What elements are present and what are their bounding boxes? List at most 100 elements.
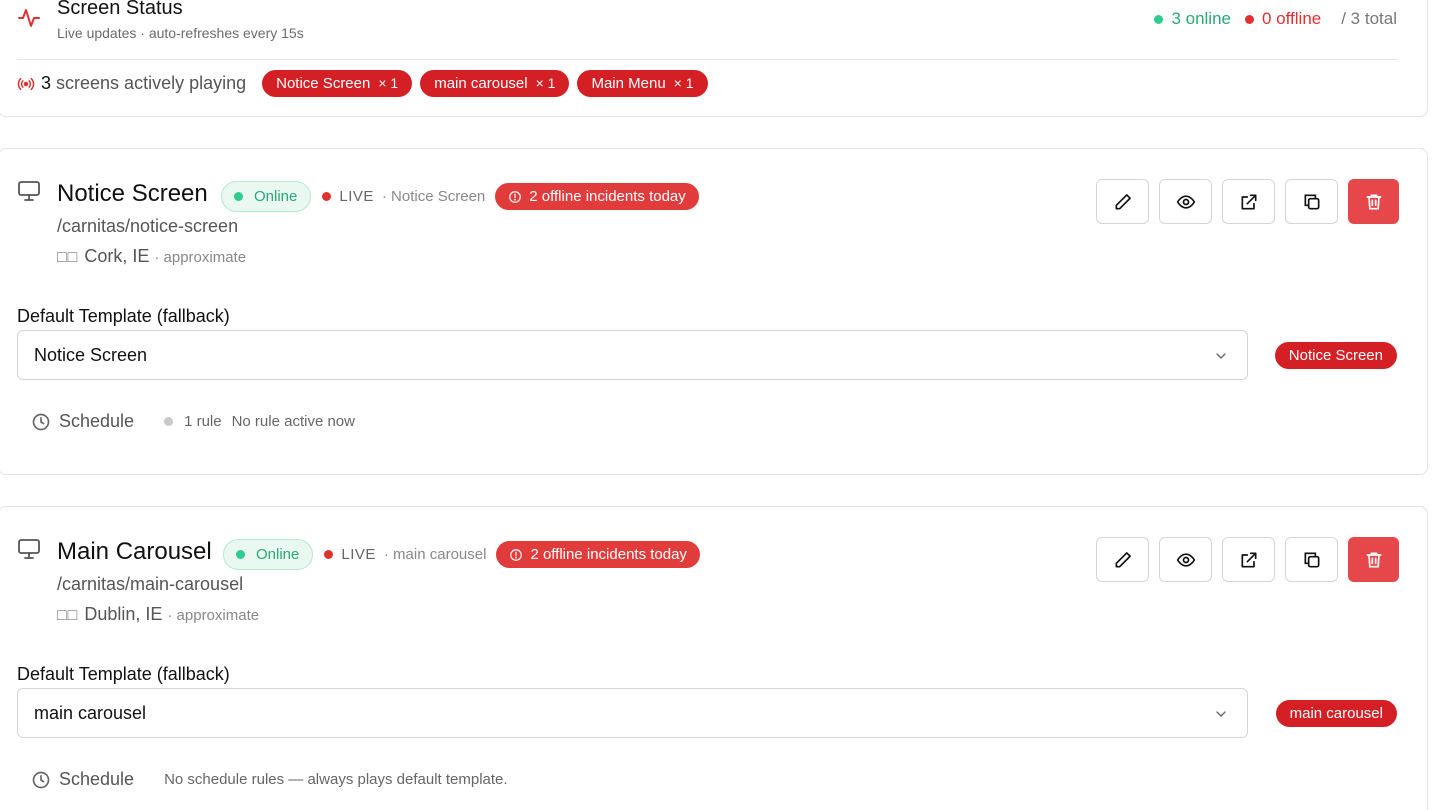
alert-circle-icon [510,548,523,561]
offline-dot [1245,14,1254,24]
online-status-badge: Online [223,539,314,570]
copy-icon [1304,552,1319,567]
total-count: / 3 total [1341,9,1397,28]
screen-location: □□ Dublin, IE · approximate [57,604,259,625]
chip-mult: × 1 [378,75,399,91]
chip-mult: × 1 [535,75,556,91]
status-subtitle: Live updates · auto-refreshes every 15s [57,25,304,41]
online-status-label: Online [254,188,298,205]
status-divider [17,59,1397,60]
chevron-down-icon [1216,353,1226,359]
flag-icon: □□ [57,607,79,624]
live-template: · main carousel [383,546,487,563]
template-badge: main carousel [1275,700,1397,727]
flag-icon: □□ [57,249,79,266]
live-label: LIVE [339,188,374,205]
online-status-badge: Online [221,181,312,212]
online-status-label: Online [256,546,300,563]
trash-icon [1366,552,1381,567]
pencil-icon [1115,551,1131,567]
broadcast-icon [17,77,35,90]
live-label: LIVE [341,546,376,563]
online-dot [1154,14,1164,24]
live-dot [324,550,334,559]
delete-button[interactable] [1348,537,1399,582]
preview-button[interactable] [1159,537,1212,582]
template-badge: Notice Screen [1274,342,1397,369]
rule-count: 1 rule [184,413,222,430]
clock-icon [32,771,50,788]
trash-icon [1366,194,1381,209]
chip-mult: × 1 [673,75,694,91]
monitor-icon [18,539,40,559]
duplicate-button[interactable] [1285,537,1338,582]
location-label: Dublin, IE [84,604,163,624]
screen-card-notice-screen: Notice Screen Online LIVE · Notice Scree… [0,148,1428,475]
screen-path: /carnitas/main-carousel [57,574,244,594]
delete-button[interactable] [1348,179,1399,224]
default-template-label: Default Template (fallback) [17,306,230,326]
screen-name: Main Carousel [57,538,212,565]
status-counts: 3 online 0 offline / 3 total [1154,9,1397,29]
default-template-select[interactable]: Notice Screen [17,330,1248,380]
edit-button[interactable] [1096,537,1149,582]
pencil-icon [1115,193,1131,209]
screen-name: Notice Screen [57,180,208,207]
offline-count: 0 offline [1245,9,1321,29]
screen-badges: Online LIVE · Notice Screen 2 offline in… [221,181,699,212]
incident-label: 2 offline incidents today [529,188,686,205]
playing-chip: Notice Screen × 1 [262,70,413,97]
alert-circle-icon [509,190,522,203]
schedule-label: Schedule [59,411,135,431]
playing-count: 3 [41,73,52,93]
preview-button[interactable] [1159,179,1212,224]
live-indicator: LIVE [324,546,376,563]
incident-badge[interactable]: 2 offline incidents today [495,183,699,210]
monitor-icon [18,181,40,201]
screen-actions [1096,537,1399,582]
incident-badge[interactable]: 2 offline incidents today [496,541,700,568]
chevron-down-icon [1216,711,1226,717]
location-note: · approximate [154,249,247,266]
pulse-icon [18,9,40,27]
open-link-button[interactable] [1222,537,1275,582]
rule-dot [164,417,174,426]
screen-actions [1096,179,1399,224]
chip-name: Notice Screen [276,75,371,92]
location-label: Cork, IE [84,246,150,266]
selected-template: main carousel [34,702,147,723]
schedule-label: Schedule [59,769,135,789]
location-note: · approximate [167,607,260,624]
live-indicator: LIVE [322,188,374,205]
schedule-row[interactable]: Schedule 1 rule No rule active now [31,411,355,432]
rule-status: No rule active now [231,413,355,430]
playing-summary: 3 screens actively playing Notice Screen… [17,70,716,97]
chip-name: main carousel [434,75,528,92]
live-dot [322,192,332,201]
playing-text: 3 screens actively playing [41,73,246,94]
online-dot [234,192,243,201]
playing-label: screens actively playing [56,73,247,93]
external-link-icon [1241,552,1256,567]
eye-icon [1176,194,1195,209]
edit-button[interactable] [1096,179,1149,224]
online-dot [236,550,245,559]
default-template-label: Default Template (fallback) [17,664,230,684]
screen-badges: Online LIVE · main carousel 2 offline in… [223,539,700,570]
open-link-button[interactable] [1222,179,1275,224]
copy-icon [1304,194,1319,209]
screen-card-main-carousel: Main Carousel Online LIVE · main carouse… [0,506,1428,810]
schedule-row[interactable]: Schedule No schedule rules — always play… [31,769,508,790]
clock-icon [32,413,50,430]
incident-label: 2 offline incidents today [530,546,687,563]
selected-template: Notice Screen [34,344,148,365]
duplicate-button[interactable] [1285,179,1338,224]
playing-chip: Main Menu × 1 [577,70,708,97]
screen-location: □□ Cork, IE · approximate [57,246,246,267]
no-rules-text: No schedule rules — always plays default… [164,771,508,788]
external-link-icon [1241,194,1256,209]
status-title: Screen Status [57,0,183,19]
eye-icon [1176,552,1195,567]
live-template: · Notice Screen [381,188,486,205]
default-template-select[interactable]: main carousel [17,688,1248,738]
